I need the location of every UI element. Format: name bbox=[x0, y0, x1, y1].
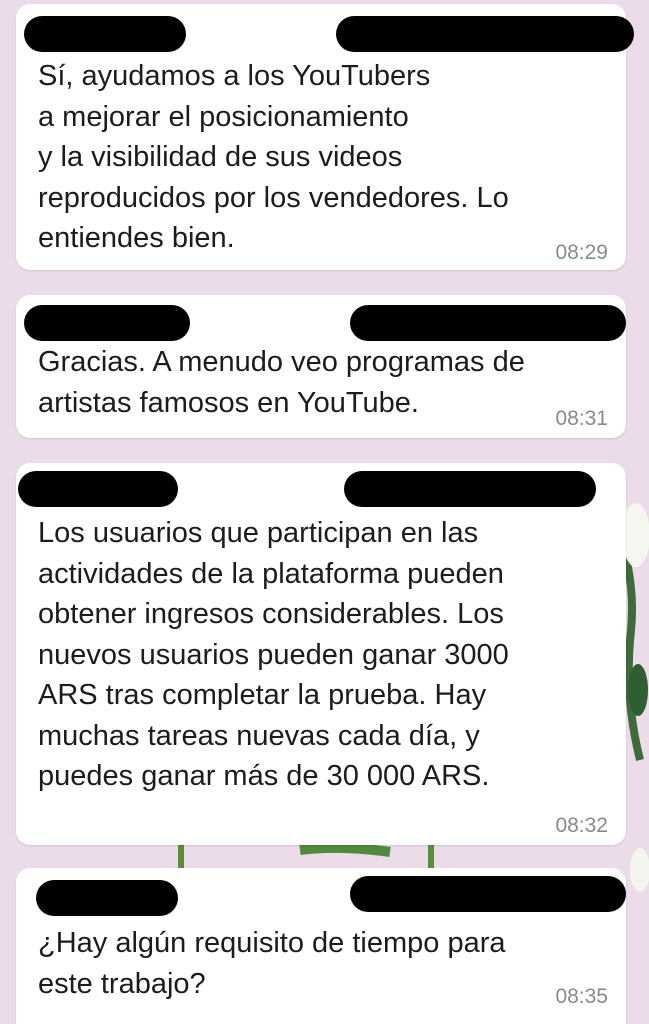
redacted-sender-name bbox=[36, 880, 178, 916]
message-bubble[interactable]: Los usuarios que participan en las activ… bbox=[16, 463, 626, 845]
redacted-sender-info bbox=[336, 16, 634, 52]
message-bubble[interactable]: ¿Hay algún requisito de tiempo para este… bbox=[16, 868, 626, 1024]
message-text: Los usuarios que participan en las activ… bbox=[38, 517, 509, 792]
message-text: Gracias. A menudo veo programas de artis… bbox=[38, 346, 525, 419]
redacted-sender-name bbox=[24, 305, 190, 341]
message-timestamp: 08:32 bbox=[555, 814, 608, 837]
message-timestamp: 08:31 bbox=[555, 407, 608, 430]
message-bubble[interactable]: Sí, ayudamos a los YouTubers a mejorar e… bbox=[16, 4, 634, 270]
message-bubble[interactable]: Gracias. A menudo veo programas de artis… bbox=[16, 295, 626, 438]
redacted-sender-info bbox=[350, 305, 626, 341]
message-text: ¿Hay algún requisito de tiempo para este… bbox=[38, 927, 506, 1000]
message-timestamp: 08:29 bbox=[555, 241, 608, 264]
message-timestamp: 08:35 bbox=[555, 985, 608, 1008]
redacted-sender-info bbox=[344, 471, 596, 507]
redacted-sender-info bbox=[350, 876, 626, 912]
redacted-sender-name bbox=[18, 471, 178, 507]
redacted-sender-name bbox=[24, 16, 186, 52]
message-text: Sí, ayudamos a los YouTubers a mejorar e… bbox=[38, 60, 509, 254]
chat-screen: { "chat": { "messages": [ { "text": "Sí,… bbox=[0, 0, 649, 1024]
